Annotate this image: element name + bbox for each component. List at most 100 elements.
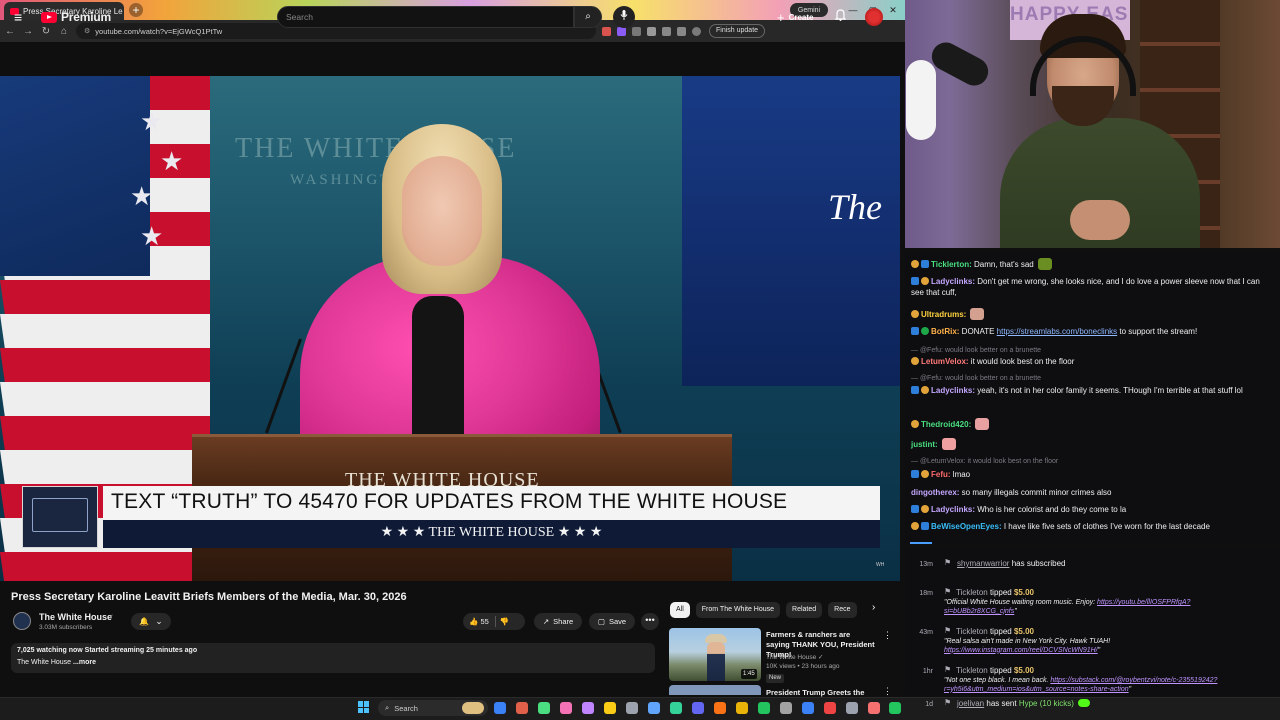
chat-text: yeah, it's not in her color family it se… xyxy=(975,386,1243,395)
taskbar-explorer-icon[interactable] xyxy=(604,702,616,714)
like-button[interactable]: 👍 55 xyxy=(469,617,489,626)
chat-username[interactable]: Thedroid420: xyxy=(921,420,971,429)
taskbar-app-icon[interactable] xyxy=(868,702,880,714)
chip-all[interactable]: All xyxy=(670,602,690,618)
event-username[interactable]: Tickleton xyxy=(956,627,988,636)
chat-username[interactable]: Fefu: xyxy=(931,470,951,479)
chat-link[interactable]: https://streamlabs.com/boneclinks xyxy=(997,327,1118,336)
video-duration: 1:45 xyxy=(741,669,757,679)
taskbar-app-icon[interactable] xyxy=(824,702,836,714)
search-button[interactable]: ⌕ xyxy=(574,6,602,28)
chat-username[interactable]: BeWiseOpenEyes: xyxy=(931,522,1002,531)
chat-message: justint: xyxy=(911,438,1273,451)
kebab-menu-icon[interactable]: ⋮ xyxy=(883,630,892,641)
minimize-button[interactable]: — xyxy=(846,3,860,17)
chevron-right-icon[interactable]: › xyxy=(872,602,875,613)
chat-username[interactable]: justint: xyxy=(911,440,938,449)
tip-message: "Real salsa ain't made in New York City.… xyxy=(944,638,1259,655)
event-username[interactable]: Tickleton xyxy=(956,666,988,675)
taskbar-app-icon[interactable] xyxy=(846,702,858,714)
home-button[interactable]: ⌂ xyxy=(56,26,72,37)
close-window-button[interactable]: ✕ xyxy=(886,3,900,17)
chat-text: Who is her colorist and do they come to … xyxy=(975,505,1127,514)
taskbar-app-icon[interactable] xyxy=(758,702,770,714)
subscription-bell-button[interactable]: 🔔 ⌄ xyxy=(131,613,171,630)
channel-name[interactable]: The White House xyxy=(39,612,112,622)
emote-icon xyxy=(975,418,990,430)
event-username[interactable]: shymanwarrior xyxy=(957,559,1009,568)
account-avatar[interactable] xyxy=(865,8,883,26)
chat-username[interactable]: Ladyclinks: xyxy=(931,505,975,514)
white-house-building-icon xyxy=(32,498,88,532)
taskbar-app-icon[interactable] xyxy=(714,702,726,714)
description-text: The White House ...more xyxy=(17,659,96,666)
chat-username[interactable]: Ladyclinks: xyxy=(931,386,975,395)
taskbar-app-icon[interactable] xyxy=(780,702,792,714)
extension-icon[interactable] xyxy=(647,26,656,36)
verified-icon: ✓ xyxy=(108,614,114,621)
tip-message-link[interactable]: https://www.instagram.com/reel/DCVSNcWN9… xyxy=(944,647,1098,654)
taskbar-app-icon[interactable] xyxy=(736,702,748,714)
kebab-menu-icon[interactable]: ⋮ xyxy=(883,686,892,697)
event-text: tipped xyxy=(987,588,1014,597)
green-badge-icon xyxy=(921,327,929,335)
chip-recent[interactable]: Rece xyxy=(828,602,857,618)
event-username[interactable]: joelivan xyxy=(957,699,984,708)
chat-username[interactable]: Ticklerton: xyxy=(931,260,972,269)
taskbar-files-icon[interactable] xyxy=(494,702,506,714)
taskbar-app-icon[interactable] xyxy=(648,702,660,714)
site-info-icon[interactable]: ⚙ xyxy=(84,27,90,35)
youtube-premium-logo[interactable]: Premium xyxy=(41,10,111,24)
lower-third-text: TEXT “TRUTH” TO 45470 FOR UPDATES FROM T… xyxy=(111,490,788,513)
channel-avatar[interactable] xyxy=(13,612,31,630)
extension-icon[interactable] xyxy=(602,26,611,36)
related-video-channel[interactable]: The White House ✓ xyxy=(766,653,823,661)
taskbar-app-icon[interactable] xyxy=(626,702,638,714)
create-button[interactable]: + Create xyxy=(777,7,823,27)
finish-update-button[interactable]: Finish update xyxy=(709,24,766,38)
taskbar-spotify-icon[interactable] xyxy=(670,702,682,714)
share-button[interactable]: ↗ Share xyxy=(534,613,582,630)
chat-username[interactable]: Ultradrums: xyxy=(921,310,966,319)
event-username[interactable]: Tickleton xyxy=(956,588,988,597)
taskbar-app-icon[interactable] xyxy=(582,702,594,714)
event-text: tipped xyxy=(987,666,1014,675)
taskbar-weather-icon[interactable] xyxy=(462,702,484,714)
profile-icon[interactable] xyxy=(692,26,701,36)
reply-text: — @Fefu: would look better on a brunette xyxy=(911,375,1042,382)
chat-text: DONATE xyxy=(959,327,997,336)
chat-username[interactable]: BotRix: xyxy=(931,327,959,336)
video-player[interactable]: THE WHITE HOUSE WASHINGTON The ★ ★ ★ ★ T… xyxy=(0,76,900,581)
save-button[interactable]: ▢ Save xyxy=(589,613,635,630)
taskbar-kick-icon[interactable] xyxy=(889,702,901,714)
taskbar-edge-icon[interactable] xyxy=(516,702,528,714)
notifications-button[interactable] xyxy=(834,9,847,24)
chat-username[interactable]: LetumVelox: xyxy=(921,357,969,366)
extensions-puzzle-icon[interactable] xyxy=(662,26,671,36)
dislike-button[interactable]: 👎 xyxy=(500,617,509,626)
kick-icon xyxy=(1077,699,1090,707)
chat-username[interactable]: Ladyclinks: xyxy=(931,277,975,286)
forward-button[interactable]: → xyxy=(20,26,36,37)
chip-from-channel[interactable]: From The White House xyxy=(695,602,781,618)
extension-icon[interactable] xyxy=(632,26,641,36)
sidebar-icon[interactable] xyxy=(677,26,686,36)
taskbar-app-icon[interactable] xyxy=(802,702,814,714)
menu-icon[interactable]: ≡ xyxy=(14,9,22,25)
chat-username[interactable]: dingotherex: xyxy=(911,488,959,497)
more-link[interactable]: ...more xyxy=(73,659,96,666)
taskbar-app-icon[interactable] xyxy=(692,702,704,714)
search-input[interactable]: Search xyxy=(277,6,574,28)
reload-button[interactable]: ↻ xyxy=(38,26,54,37)
related-video-thumbnail[interactable] xyxy=(669,685,761,695)
voice-search-button[interactable] xyxy=(613,6,635,28)
taskbar-app-icon[interactable] xyxy=(560,702,572,714)
back-button[interactable]: ← xyxy=(2,26,18,37)
taskbar-chrome-icon[interactable] xyxy=(538,702,550,714)
new-tab-button[interactable]: + xyxy=(129,3,143,17)
related-video-title[interactable]: President Trump Greets the xyxy=(766,688,864,697)
chip-related[interactable]: Related xyxy=(786,602,823,618)
windows-start-icon[interactable] xyxy=(358,701,370,713)
tip-message-end: " xyxy=(1014,607,1017,615)
more-actions-button[interactable]: ••• xyxy=(641,613,659,630)
